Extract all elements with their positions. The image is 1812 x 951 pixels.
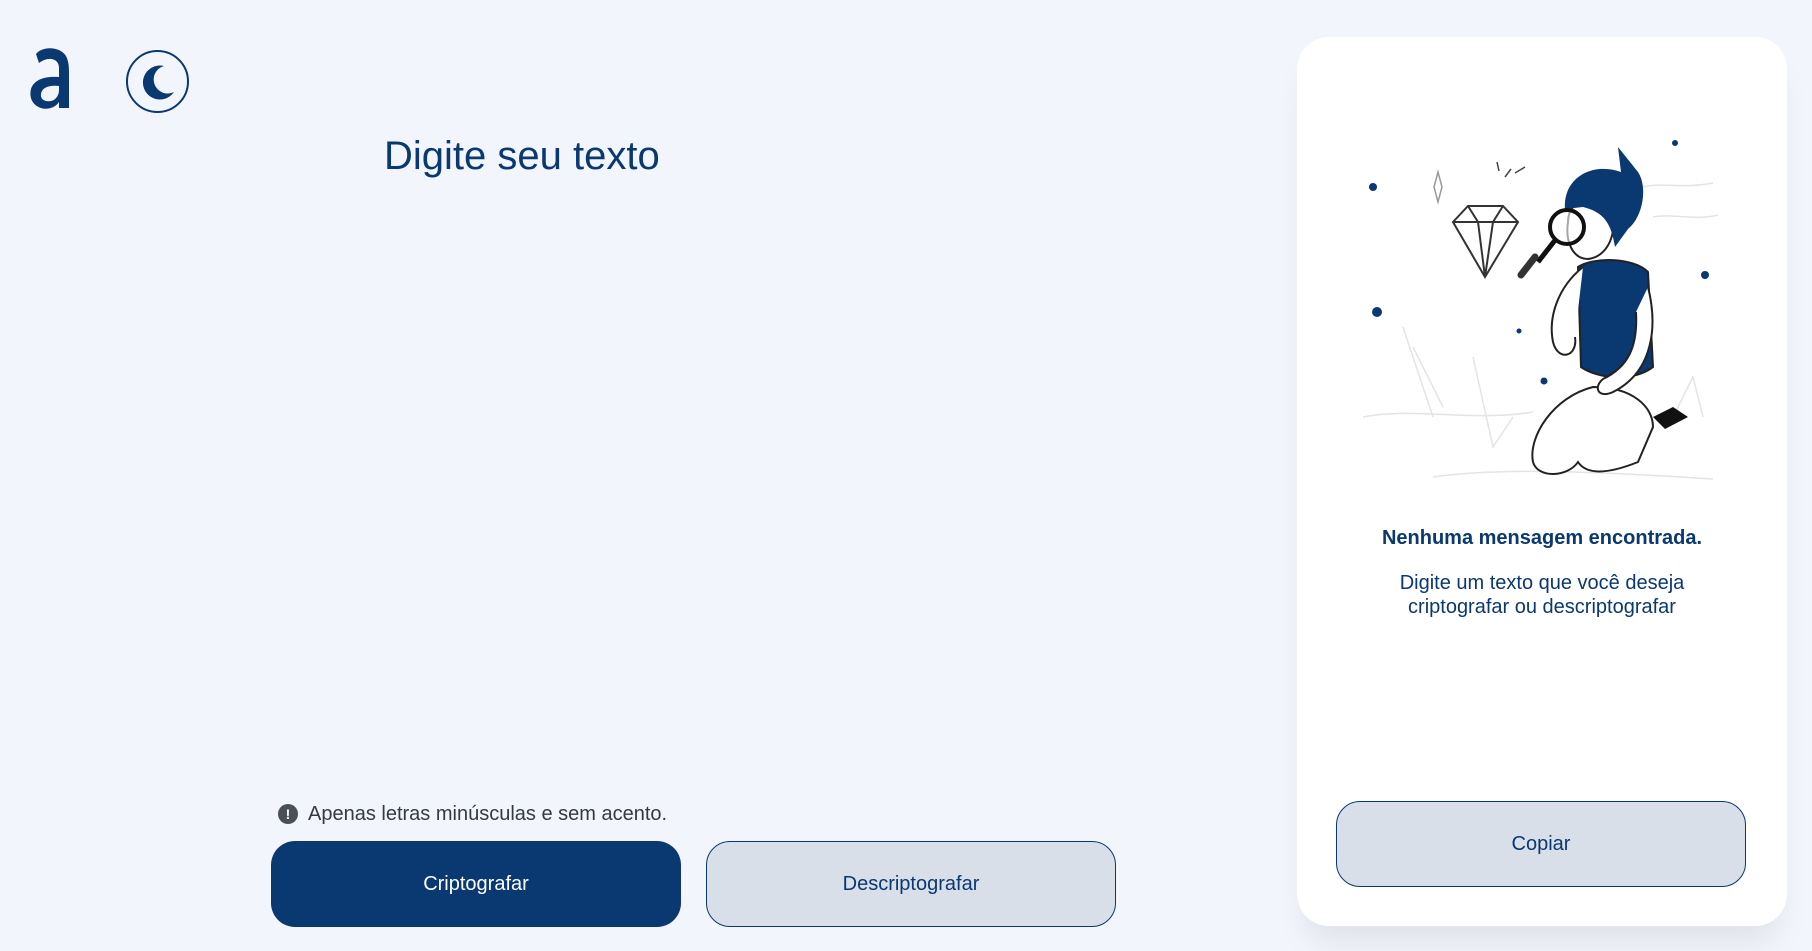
copy-button[interactable]: Copiar: [1336, 801, 1746, 887]
moon-icon: [142, 64, 174, 99]
warning-text: Apenas letras minúsculas e sem acento.: [308, 802, 668, 825]
exclamation-circle-icon: !: [278, 804, 298, 824]
empty-state-title: Nenhuma mensagem encontrada.: [1381, 527, 1703, 549]
encrypt-button[interactable]: Criptografar: [271, 841, 681, 927]
theme-toggle-button[interactable]: [126, 50, 189, 113]
alura-logo-icon: [30, 48, 69, 109]
empty-state-description: Digite um texto que você deseja criptogr…: [1399, 572, 1685, 618]
decrypt-button[interactable]: Descriptografar: [706, 841, 1116, 927]
input-warning: ! Apenas letras minúsculas e sem acento.: [278, 802, 667, 826]
boy-with-magnifying-glass-illustration: [1362, 140, 1719, 480]
logo: [28, 44, 74, 110]
output-panel: Nenhuma mensagem encontrada. Digite um t…: [1297, 37, 1787, 926]
text-input[interactable]: [384, 130, 1104, 760]
